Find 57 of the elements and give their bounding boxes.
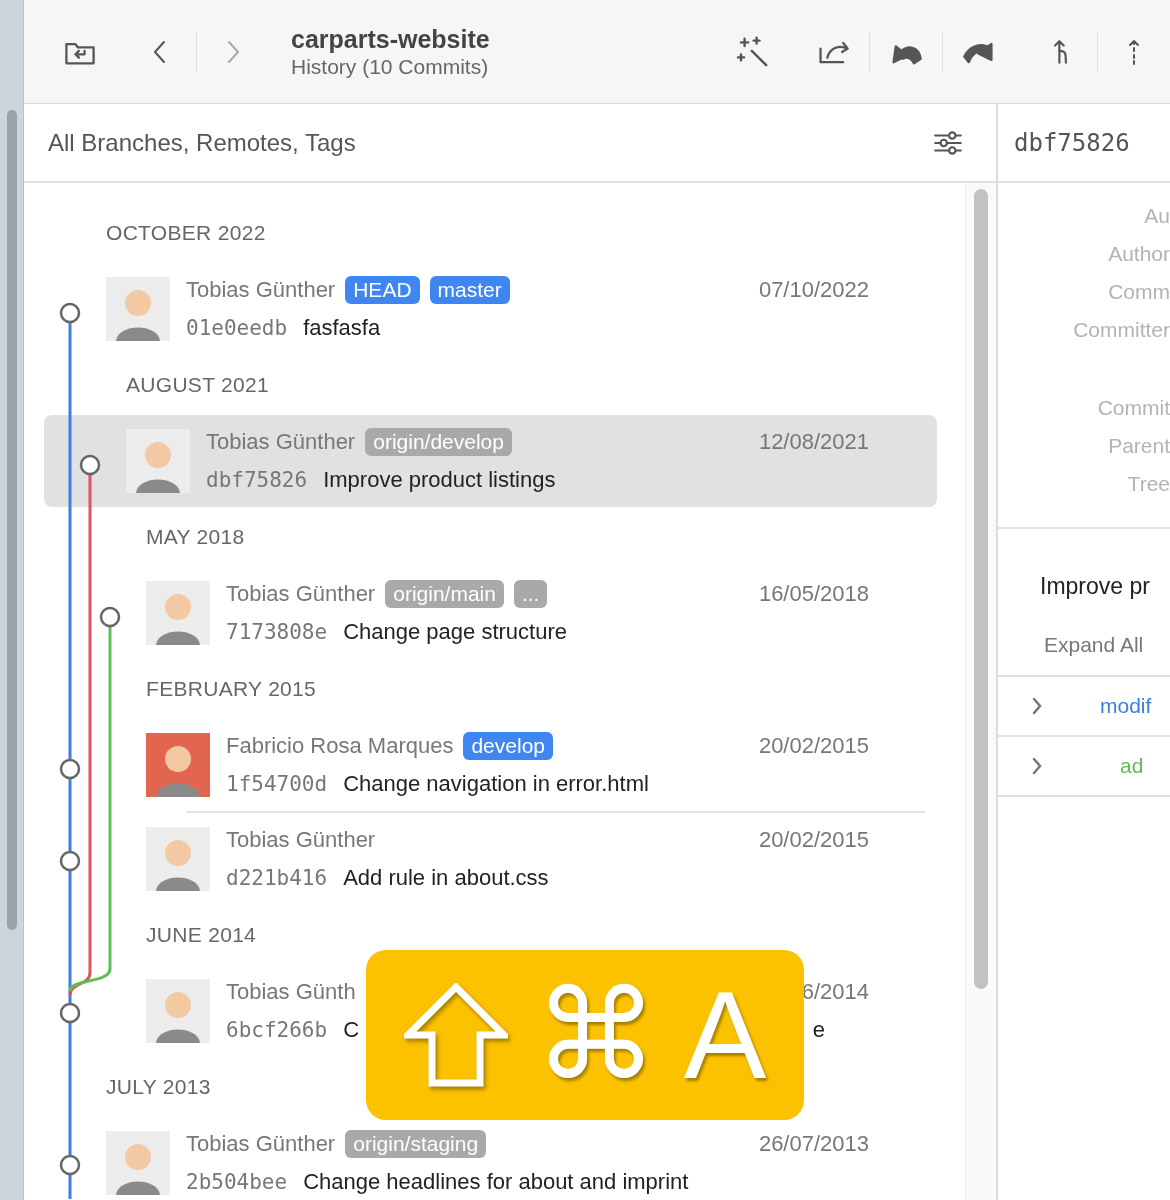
author-name: Tobias Günther <box>186 277 336 303</box>
month-header: MAY 2018 <box>146 525 245 549</box>
commit-subject: e <box>812 1017 825 1043</box>
month-header: JULY 2013 <box>106 1075 211 1099</box>
commit-hash: 1f54700d <box>226 772 328 796</box>
repository-title: carparts-website <box>291 23 490 54</box>
month-header: OCTOBER 2022 <box>106 221 266 245</box>
commit-subject: Change navigation in error.html <box>343 771 649 797</box>
commit-subject: fasfasfa <box>303 315 381 341</box>
commit-date: 16/05/2018 <box>758 581 869 607</box>
author-name: Tobias Günther <box>206 429 356 455</box>
month-header: FEBRUARY 2015 <box>146 677 317 701</box>
field-label: Commit <box>1097 395 1170 421</box>
field-label: Au <box>1144 203 1170 229</box>
field-label: Comm <box>1108 279 1170 305</box>
commit-date: 26/07/2013 <box>758 1131 869 1157</box>
commit-date: 6/2014 <box>801 979 869 1005</box>
commit-hash-title: dbf75826 <box>1014 128 1130 157</box>
commit-date: 12/08/2021 <box>758 429 869 455</box>
commit-hash: 6bcf266b <box>226 1018 328 1042</box>
field-label: Committer <box>1073 317 1170 343</box>
field-label: Tree <box>1127 471 1170 497</box>
commit-hash: 7173808e <box>226 620 328 644</box>
ref-tag: develop <box>463 732 553 760</box>
field-label: Author <box>1108 241 1170 267</box>
author-name: Tobias Günther <box>186 1131 336 1157</box>
field-label: Parent <box>1108 433 1170 459</box>
ref-tag: HEAD <box>345 276 420 304</box>
commit-subject: Change page structure <box>343 619 567 645</box>
commit-hash: d221b416 <box>226 866 328 890</box>
ref-tag: ... <box>513 580 548 608</box>
commit-hash: 01e0eedb <box>186 316 288 340</box>
commit-date: 20/02/2015 <box>758 827 869 853</box>
month-header: AUGUST 2021 <box>126 373 269 397</box>
commit-date: 07/10/2022 <box>758 277 869 303</box>
commit-hash: dbf75826 <box>206 468 308 492</box>
commit-subject: Change headlines for about and imprint <box>303 1169 689 1195</box>
commit-hash: 2b504bee <box>186 1170 288 1194</box>
author-name: Tobias Günther <box>226 581 376 607</box>
ref-tag: origin/develop <box>365 428 512 456</box>
ref-tag: origin/main <box>385 580 504 608</box>
ref-tag: origin/staging <box>345 1130 487 1158</box>
commit-date: 20/02/2015 <box>758 733 869 759</box>
shortcut-key: ⌘ <box>533 973 658 1097</box>
commit-subject: C <box>343 1017 360 1043</box>
shortcut-key: A <box>683 973 767 1097</box>
commit-message: Improve pr <box>1039 572 1151 601</box>
ref-tag: master <box>429 276 510 304</box>
author-name: Fabricio Rosa Marques <box>226 733 454 759</box>
month-header: JUNE 2014 <box>146 923 257 947</box>
file-status: ad <box>1120 754 1144 778</box>
author-name: Tobias Günther <box>226 827 376 853</box>
author-name: Tobias Günth <box>226 979 356 1005</box>
history-subtitle: History (10 Commits) <box>291 53 490 80</box>
commit-subject: Improve product listings <box>323 467 556 493</box>
commit-subject: Add rule in about.css <box>343 865 549 891</box>
file-status: modif <box>1100 694 1152 718</box>
